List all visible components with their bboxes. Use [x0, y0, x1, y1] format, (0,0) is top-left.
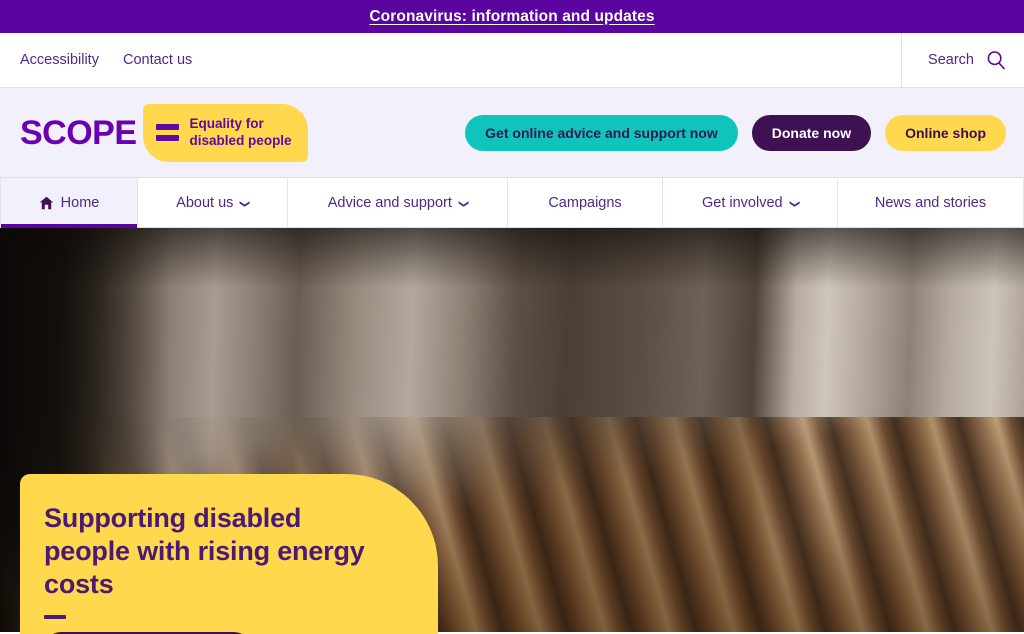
scope-logo[interactable]: SCOPE Equality for disabled people — [20, 103, 308, 162]
nav-item-get-involved[interactable]: Get involved ❯ — [663, 178, 838, 227]
nav-label-get-involved: Get involved — [702, 194, 783, 211]
chevron-down-icon: ❯ — [239, 199, 251, 208]
utility-bar: Accessibility Contact us Search — [0, 33, 1024, 88]
nav-item-about-us[interactable]: About us ❯ — [138, 178, 288, 227]
nav-label-news-and-stories: News and stories — [874, 194, 987, 211]
nav-item-campaigns[interactable]: Campaigns — [508, 178, 663, 227]
chevron-down-icon: ❯ — [458, 199, 470, 208]
scope-wordmark: SCOPE — [20, 113, 137, 152]
online-shop-button[interactable]: Online shop — [885, 114, 1006, 151]
nav-item-home[interactable]: Home — [0, 178, 138, 228]
search-toggle[interactable]: Search — [901, 33, 1024, 87]
page-root: Coronavirus: information and updates Acc… — [0, 0, 1024, 634]
nav-label-campaigns: Campaigns — [548, 194, 622, 211]
nav-item-news-and-stories[interactable]: News and stories — [838, 178, 1024, 227]
hero-title: Supporting disabled people with rising e… — [44, 503, 365, 599]
search-label: Search — [928, 52, 974, 68]
scope-logo-badge: Equality for disabled people — [142, 103, 308, 162]
hero-top-shadow — [0, 228, 1024, 288]
nav-label-about-us: About us — [176, 194, 234, 211]
brand-header: SCOPE Equality for disabled people Get o… — [0, 88, 1024, 178]
get-online-advice-button[interactable]: Get online advice and support now — [465, 114, 738, 151]
header-actions: Get online advice and support now Donate… — [465, 114, 1006, 151]
utility-link-accessibility[interactable]: Accessibility — [20, 52, 99, 68]
hero-card: Supporting disabled people with rising e… — [20, 474, 438, 634]
hero-divider-dash — [44, 614, 66, 619]
utility-link-contact-us[interactable]: Contact us — [123, 52, 192, 68]
coronavirus-alert-link[interactable]: Coronavirus: information and updates — [369, 8, 654, 26]
nav-label-advice-and-support: Advice and support — [327, 194, 452, 211]
chevron-down-icon: ❯ — [788, 199, 800, 208]
utility-links: Accessibility Contact us — [0, 33, 901, 87]
coronavirus-alert-banner: Coronavirus: information and updates — [0, 0, 1024, 33]
donate-now-button[interactable]: Donate now — [751, 114, 872, 151]
equals-icon — [155, 124, 179, 141]
main-navigation: Home About us ❯ Advice and support ❯ Cam… — [0, 178, 1024, 228]
nav-label-home: Home — [60, 194, 100, 211]
home-icon — [39, 196, 54, 210]
search-icon[interactable] — [986, 50, 1006, 70]
scope-tagline: Equality for disabled people — [189, 115, 292, 148]
nav-item-advice-and-support[interactable]: Advice and support ❯ — [288, 178, 508, 227]
